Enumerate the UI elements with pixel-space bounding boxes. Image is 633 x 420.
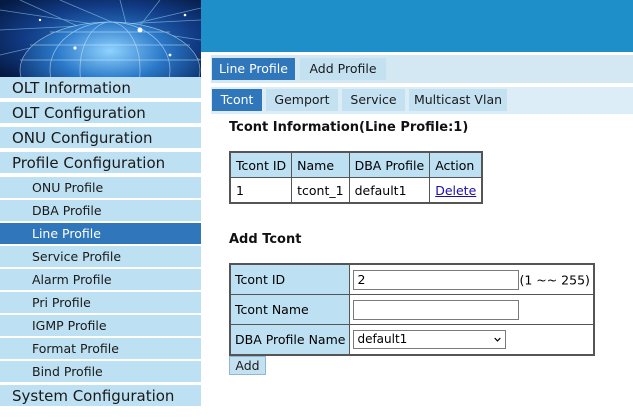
tcont-name-cell [349, 294, 595, 325]
cell-tcont-id: 1 [229, 177, 293, 204]
form-row-dba-profile: DBA Profile Name default1 [229, 324, 595, 356]
tcont-id-input[interactable]: 2 [353, 269, 520, 290]
col-dba-profile: DBA Profile [348, 151, 431, 178]
add-tcont-form: Tcont ID 2 (1 ~~ 255) Tcont Name DBA Prof… [229, 263, 596, 356]
dba-profile-select[interactable]: default1 [353, 330, 507, 349]
tcont-info-title: Tcont Information(Line Profile:1) [229, 120, 469, 135]
nav-pri-profile[interactable]: Pri Profile [0, 292, 201, 314]
form-row-tcont-id: Tcont ID 2 (1 ~~ 255) [229, 263, 595, 295]
add-tcont-title: Add Tcont [229, 232, 302, 247]
tab-tcont[interactable]: Tcont [212, 89, 262, 111]
nav-bind-profile[interactable]: Bind Profile [0, 361, 201, 383]
table-row: 1 tcont_1 default1 Delete [229, 177, 483, 204]
cell-name: tcont_1 [291, 177, 350, 204]
tcont-table: Tcont ID Name DBA Profile Action 1 tcont… [229, 151, 484, 204]
nav-line-profile[interactable]: Line Profile [0, 223, 201, 245]
tcont-id-cell: 2 (1 ~~ 255) [349, 263, 595, 295]
col-name: Name [291, 151, 350, 178]
tcont-id-range-hint: (1 ~~ 255) [519, 272, 590, 287]
tcont-name-label: Tcont Name [229, 294, 351, 325]
tcont-id-label: Tcont ID [229, 263, 351, 295]
cell-dba-profile: default1 [348, 177, 431, 204]
nav-olt-information[interactable]: OLT Information [0, 77, 201, 99]
tab-line-profile[interactable]: Line Profile [212, 58, 295, 80]
tab-multicast-vlan[interactable]: Multicast Vlan [409, 89, 507, 111]
cell-action: Delete [429, 177, 483, 204]
chevron-down-icon [494, 337, 502, 342]
nav-system-configuration[interactable]: System Configuration [0, 385, 201, 407]
tab-add-profile[interactable]: Add Profile [300, 58, 386, 80]
nav-olt-configuration[interactable]: OLT Configuration [0, 102, 201, 124]
line-profile-subtabs: Tcont Gemport Service Multicast Vlan [211, 87, 633, 114]
nav-onu-profile[interactable]: ONU Profile [0, 177, 201, 199]
nav-format-profile[interactable]: Format Profile [0, 338, 201, 360]
dba-profile-name-label: DBA Profile Name [229, 324, 351, 356]
profile-tabbar: Line Profile Add Profile [211, 55, 633, 83]
tab-gemport[interactable]: Gemport [266, 89, 338, 111]
col-action: Action [429, 151, 483, 178]
table-header-row: Tcont ID Name DBA Profile Action [229, 151, 483, 178]
add-button[interactable]: Add [229, 356, 266, 375]
nav-onu-configuration[interactable]: ONU Configuration [0, 127, 201, 149]
sidebar-nav: OLT Information OLT Configuration ONU Co… [0, 77, 201, 407]
delete-link[interactable]: Delete [435, 183, 476, 198]
nav-service-profile[interactable]: Service Profile [0, 246, 201, 268]
form-row-tcont-name: Tcont Name [229, 294, 595, 325]
nav-profile-configuration[interactable]: Profile Configuration [0, 152, 201, 174]
dba-profile-selected-value: default1 [357, 332, 408, 346]
nav-dba-profile[interactable]: DBA Profile [0, 200, 201, 222]
nav-igmp-profile[interactable]: IGMP Profile [0, 315, 201, 337]
col-tcont-id: Tcont ID [229, 151, 293, 178]
dba-profile-cell: default1 [349, 324, 595, 356]
tcont-name-input[interactable] [353, 299, 520, 320]
nav-alarm-profile[interactable]: Alarm Profile [0, 269, 201, 291]
tab-service[interactable]: Service [342, 89, 405, 111]
header-bar [201, 0, 633, 52]
globe-logo [0, 0, 201, 77]
